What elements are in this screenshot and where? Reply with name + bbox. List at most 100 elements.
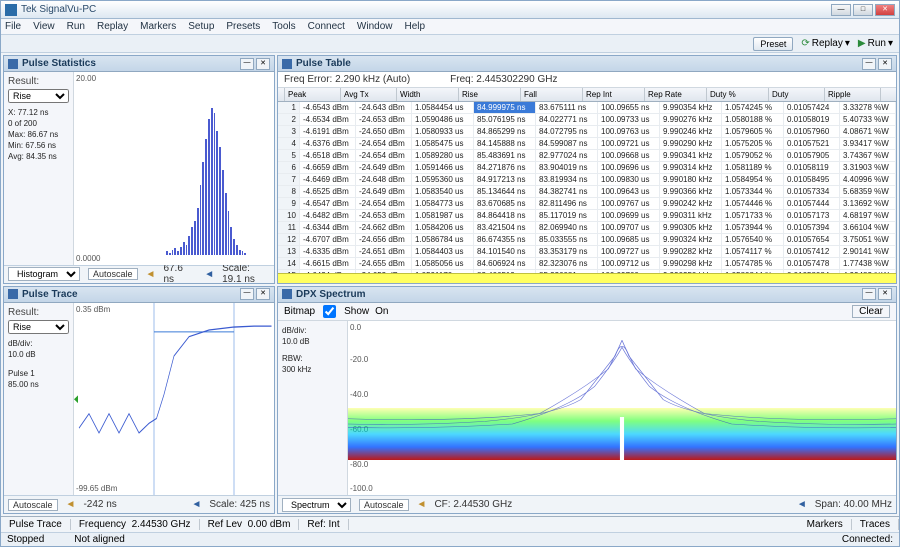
connection-state: Connected: [842, 534, 893, 545]
chevron-down-icon[interactable]: ▾ [888, 38, 893, 49]
table-row[interactable]: 14-4.6615 dBm-24.655 dBm1.0585056 us84.6… [278, 258, 896, 270]
spectrum-plot[interactable]: 0.0 -20.0 -40.0 -60.0 -80.0 -100.0 [348, 321, 896, 496]
panel-close-button[interactable]: ✕ [256, 288, 270, 300]
panel-title: Pulse Table [296, 58, 862, 69]
table-row[interactable]: 13-4.6335 dBm-24.651 dBm1.0584403 us84.1… [278, 246, 896, 258]
run-button[interactable]: Run [868, 38, 886, 49]
table-row[interactable]: 2-4.6534 dBm-24.653 dBm1.0590486 us85.07… [278, 114, 896, 126]
panel-close-button[interactable]: ✕ [878, 288, 892, 300]
spectrum-sidebar: dB/div: 10.0 dB RBW: 300 kHz [278, 321, 348, 496]
menu-connect[interactable]: Connect [308, 21, 345, 32]
menu-run[interactable]: Run [67, 21, 85, 32]
col-header[interactable]: Width [397, 88, 459, 101]
menu-file[interactable]: File [5, 21, 21, 32]
col-header[interactable] [278, 88, 285, 101]
y-top: 20.00 [76, 74, 96, 83]
panel-icon [8, 289, 18, 299]
table-row[interactable]: 7-4.6469 dBm-24.648 dBm1.0595360 us84.91… [278, 174, 896, 186]
close-button[interactable]: ✕ [875, 4, 895, 16]
maximize-button[interactable]: □ [853, 4, 873, 16]
view-mode-select[interactable]: Spectrum [282, 498, 351, 512]
menu-markers[interactable]: Markers [140, 21, 176, 32]
pulse-time: 85.00 ns [8, 379, 69, 390]
stats-count: 0 of 200 [8, 118, 69, 129]
y-bot: -99.65 dBm [76, 484, 117, 493]
stats-avg: Avg: 84.35 ns [8, 151, 69, 162]
table-row[interactable]: 6-4.6659 dBm-24.649 dBm1.0591466 us84.27… [278, 162, 896, 174]
result-select[interactable]: Rise [8, 89, 69, 103]
table-row[interactable]: 10-4.6482 dBm-24.653 dBm1.0581987 us84.8… [278, 210, 896, 222]
col-header[interactable]: Ripple [825, 88, 881, 101]
table-row[interactable]: 3-4.6191 dBm-24.650 dBm1.0580933 us84.86… [278, 126, 896, 138]
table-row[interactable]: 11-4.6344 dBm-24.662 dBm1.0584206 us83.4… [278, 222, 896, 234]
replay-button[interactable]: Replay [812, 38, 843, 49]
window-title: Tek SignalVu-PC [21, 4, 831, 15]
menu-replay[interactable]: Replay [97, 21, 128, 32]
col-header[interactable]: Duty % [707, 88, 769, 101]
minimize-button[interactable]: — [831, 4, 851, 16]
menu-setup[interactable]: Setup [188, 21, 214, 32]
markers-button[interactable]: Markers [799, 519, 852, 530]
preset-button[interactable]: Preset [753, 37, 793, 51]
table-row[interactable]: 8-4.6525 dBm-24.649 dBm1.0583540 us85.13… [278, 186, 896, 198]
panel-title: Pulse Trace [22, 289, 240, 300]
freq-field[interactable]: 2.44530 GHz [132, 519, 191, 530]
panel-icon [282, 59, 292, 69]
clear-button[interactable]: Clear [852, 305, 890, 318]
col-header[interactable]: Rep Rate [645, 88, 707, 101]
col-header[interactable]: Fall [521, 88, 583, 101]
col-header[interactable]: Peak [285, 88, 341, 101]
x-position: 67.6 ns [163, 263, 188, 285]
table-row[interactable]: 9-4.6547 dBm-24.654 dBm1.0584773 us83.67… [278, 198, 896, 210]
table-row[interactable]: 12-4.6707 dBm-24.656 dBm1.0586784 us86.6… [278, 234, 896, 246]
reflev-field[interactable]: 0.00 dBm [248, 519, 291, 530]
x-scale: Scale: 425 ns [209, 499, 270, 510]
pulse-table[interactable]: PeakAvg TxWidthRiseFallRep IntRep RateDu… [278, 88, 896, 273]
menu-window[interactable]: Window [357, 21, 393, 32]
col-header[interactable]: Rep Int [583, 88, 645, 101]
y-bot: 0.0000 [76, 254, 100, 263]
pulse-table-panel: Pulse Table —✕ Freq Error: 2.290 kHz (Au… [277, 55, 897, 284]
histogram-plot[interactable]: 20.00 0.0000 [74, 72, 274, 265]
y-top: 0.35 dBm [76, 305, 110, 314]
panel-minimize-button[interactable]: — [862, 58, 876, 70]
col-header[interactable]: Rise [459, 88, 521, 101]
result-label: Result: [8, 307, 69, 318]
table-row[interactable]: 4-4.6376 dBm-24.654 dBm1.0585475 us84.14… [278, 138, 896, 150]
play-icon: ▶ [858, 38, 866, 49]
run-state: Stopped [7, 534, 44, 545]
bitmap-label: Bitmap [284, 306, 315, 317]
main-window: Tek SignalVu-PC — □ ✕ File View Run Repl… [0, 0, 900, 547]
trace-plot[interactable]: 0.35 dBm -99.65 dBm [74, 303, 274, 496]
result-select[interactable]: Rise [8, 320, 69, 334]
autoscale-button[interactable]: Autoscale [8, 499, 58, 511]
dbdiv: dB/div: 10.0 dB [8, 338, 69, 360]
panel-minimize-button[interactable]: — [862, 288, 876, 300]
freq-error: Freq Error: 2.290 kHz (Auto) [284, 74, 410, 85]
x-position: -242 ns [83, 499, 116, 510]
menubar: File View Run Replay Markers Setup Prese… [1, 19, 899, 35]
menu-tools[interactable]: Tools [272, 21, 295, 32]
chevron-down-icon[interactable]: ▾ [845, 38, 850, 49]
menu-help[interactable]: Help [404, 21, 425, 32]
result-label: Result: [8, 76, 69, 87]
autoscale-button[interactable]: Autoscale [88, 268, 138, 280]
table-row[interactable]: 5-4.6518 dBm-24.654 dBm1.0589280 us85.48… [278, 150, 896, 162]
menu-presets[interactable]: Presets [226, 21, 260, 32]
align-state: Not aligned [74, 534, 125, 545]
autoscale-button[interactable]: Autoscale [359, 499, 409, 511]
table-row[interactable]: 1-4.6543 dBm-24.643 dBm1.0584454 us84.99… [278, 102, 896, 114]
panel-minimize-button[interactable]: — [240, 288, 254, 300]
span: Span: 40.00 MHz [815, 499, 892, 510]
panel-close-button[interactable]: ✕ [256, 58, 270, 70]
panel-minimize-button[interactable]: — [240, 58, 254, 70]
col-header[interactable]: Avg Tx [341, 88, 397, 101]
col-header[interactable]: Duty [769, 88, 825, 101]
pulse-num: Pulse 1 [8, 368, 69, 379]
panel-close-button[interactable]: ✕ [878, 58, 892, 70]
pulse-statistics-panel: Pulse Statistics —✕ Result: Rise X: 77.1… [3, 55, 275, 284]
show-checkbox[interactable] [323, 305, 336, 318]
view-mode-select[interactable]: Histogram [8, 267, 80, 281]
traces-button[interactable]: Traces [852, 519, 899, 530]
menu-view[interactable]: View [33, 21, 55, 32]
